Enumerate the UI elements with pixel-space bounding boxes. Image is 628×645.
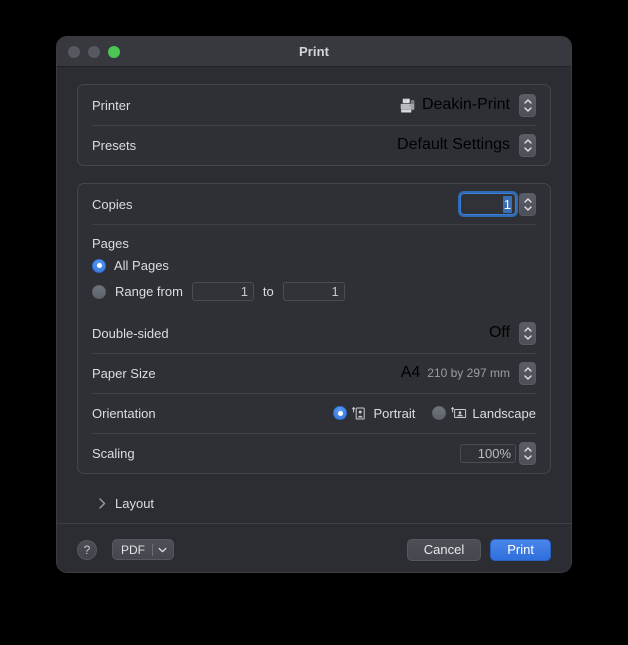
orientation-group: Portrait Landscape bbox=[333, 406, 536, 421]
orientation-landscape-option[interactable]: Landscape bbox=[432, 406, 536, 421]
chevron-right-icon bbox=[99, 498, 106, 509]
print-button[interactable]: Print bbox=[490, 538, 551, 561]
portrait-icon bbox=[352, 406, 366, 419]
scaling-stepper[interactable] bbox=[519, 441, 536, 465]
dialog-body: Printer Deakin-Print Presets Default Set… bbox=[57, 84, 571, 523]
copies-row: Copies 1 bbox=[78, 184, 550, 224]
pages-block: Pages All Pages Range from 1 to 1 bbox=[78, 224, 550, 313]
all-pages-label: All Pages bbox=[114, 258, 169, 273]
all-pages-radio[interactable] bbox=[92, 258, 106, 273]
presets-row: Presets Default Settings bbox=[78, 125, 550, 165]
range-to-input[interactable]: 1 bbox=[282, 282, 345, 301]
landscape-label: Landscape bbox=[472, 405, 536, 421]
printer-popup-arrows[interactable] bbox=[519, 93, 536, 117]
printer-icon bbox=[400, 97, 415, 113]
print-dialog-window: Print Printer Deakin-Print Presets Defau… bbox=[56, 36, 572, 573]
paper-size-label: Paper Size bbox=[92, 365, 156, 381]
printer-label: Printer bbox=[92, 97, 131, 113]
maximize-button[interactable] bbox=[108, 46, 120, 58]
layout-label: Layout bbox=[115, 496, 155, 511]
printer-popup-button[interactable]: Deakin-Print bbox=[399, 93, 536, 117]
range-to-label: to bbox=[262, 284, 274, 299]
close-button[interactable] bbox=[68, 46, 80, 58]
presets-label: Presets bbox=[92, 137, 137, 153]
settings-panel: Copies 1 Pages All Pages Range from 1 to… bbox=[77, 183, 551, 474]
landscape-icon bbox=[451, 406, 467, 418]
double-sided-value: Off bbox=[488, 324, 510, 341]
printer-value: Deakin-Print bbox=[421, 96, 510, 113]
portrait-label: Portrait bbox=[373, 405, 416, 421]
presets-value: Default Settings bbox=[397, 136, 510, 153]
scaling-input[interactable]: 100% bbox=[460, 443, 516, 463]
range-option[interactable]: Range from 1 to 1 bbox=[92, 282, 536, 301]
double-sided-label: Double-sided bbox=[92, 325, 169, 341]
layout-disclosure-row[interactable]: Layout bbox=[77, 484, 551, 523]
double-sided-popup-arrows[interactable] bbox=[519, 321, 536, 345]
copies-input[interactable]: 1 bbox=[458, 191, 518, 217]
double-sided-popup-button[interactable]: Off bbox=[488, 321, 536, 345]
printer-row: Printer Deakin-Print bbox=[78, 85, 550, 125]
portrait-radio[interactable] bbox=[333, 406, 348, 420]
all-pages-option[interactable]: All Pages bbox=[92, 258, 536, 273]
paper-size-popup-arrows[interactable] bbox=[519, 361, 536, 385]
pdf-dropdown-toggle[interactable] bbox=[153, 547, 173, 553]
range-from-input[interactable]: 1 bbox=[191, 282, 254, 301]
cancel-button[interactable]: Cancel bbox=[406, 538, 482, 561]
paper-size-popup-button[interactable]: A4 210 by 297 mm bbox=[400, 361, 536, 385]
pages-label: Pages bbox=[92, 236, 129, 251]
range-radio[interactable] bbox=[92, 284, 106, 299]
copies-stepper[interactable] bbox=[519, 192, 536, 216]
paper-size-row: Paper Size A4 210 by 297 mm bbox=[78, 353, 550, 393]
help-button[interactable]: ? bbox=[77, 539, 97, 560]
pdf-button[interactable]: PDF bbox=[112, 539, 174, 560]
copies-value: 1 bbox=[502, 195, 512, 213]
paper-size-detail: 210 by 297 mm bbox=[427, 366, 510, 380]
printer-panel: Printer Deakin-Print Presets Default Set… bbox=[77, 84, 551, 166]
range-label: Range from bbox=[115, 284, 183, 299]
pdf-button-label: PDF bbox=[121, 542, 145, 557]
paper-size-value: A4 bbox=[400, 364, 421, 381]
presets-popup-arrows[interactable] bbox=[519, 133, 536, 157]
orientation-row: Orientation Portrait Landscape bbox=[78, 393, 550, 433]
presets-popup-button[interactable]: Default Settings bbox=[397, 133, 536, 157]
traffic-lights bbox=[68, 46, 120, 58]
dialog-footer: ? PDF Cancel Print bbox=[57, 523, 571, 572]
double-sided-row: Double-sided Off bbox=[78, 313, 550, 353]
minimize-button[interactable] bbox=[88, 46, 100, 58]
scaling-row: Scaling 100% bbox=[78, 433, 550, 473]
chevron-down-icon bbox=[158, 547, 167, 552]
landscape-radio[interactable] bbox=[432, 406, 447, 420]
orientation-label: Orientation bbox=[92, 405, 156, 421]
scaling-label: Scaling bbox=[92, 445, 135, 461]
window-title: Print bbox=[298, 44, 330, 59]
copies-label: Copies bbox=[92, 196, 133, 212]
orientation-portrait-option[interactable]: Portrait bbox=[333, 406, 415, 421]
titlebar: Print bbox=[57, 37, 571, 67]
